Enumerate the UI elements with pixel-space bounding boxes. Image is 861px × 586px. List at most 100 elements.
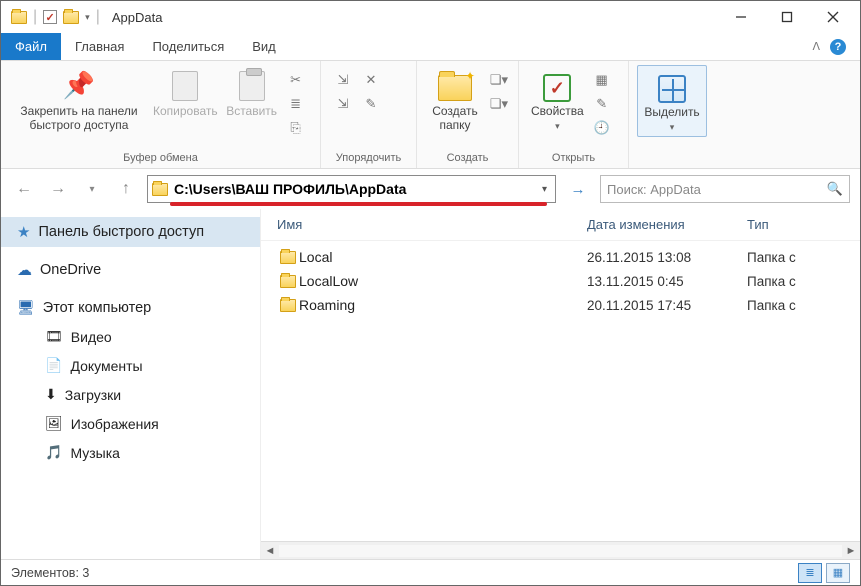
sidebar-item-thispc[interactable]: 🖥Этот компьютер xyxy=(1,293,260,322)
scroll-left-icon[interactable]: ◄ xyxy=(261,545,279,557)
up-button[interactable]: ↑ xyxy=(113,176,139,202)
titlebar: | ✓ ▾ | AppData xyxy=(1,1,860,33)
col-name[interactable]: Имя xyxy=(277,217,587,232)
status-bar: Элементов: 3 ≣ ▦ xyxy=(1,559,860,585)
file-list-pane: Имя Дата изменения Тип Local26.11.2015 1… xyxy=(261,209,860,559)
col-date[interactable]: Дата изменения xyxy=(587,217,747,232)
moveto-icon[interactable]: ⇲ xyxy=(331,69,355,91)
copy-button[interactable]: Копировать xyxy=(149,65,222,119)
minimize-button[interactable] xyxy=(718,2,764,32)
newfolder-button[interactable]: Создать папку xyxy=(425,65,485,133)
group-open-label: Открыть xyxy=(527,150,620,166)
document-icon: 📄 xyxy=(45,357,62,374)
col-type[interactable]: Тип xyxy=(747,217,860,232)
table-row[interactable]: Roaming20.11.2015 17:45Папка с xyxy=(261,293,860,317)
rename-icon[interactable]: ✎ xyxy=(359,93,383,115)
file-name: Roaming xyxy=(299,297,587,313)
sidebar-item-onedrive[interactable]: ☁OneDrive xyxy=(1,255,260,285)
navigation-pane: ★Панель быстрого доступ ☁OneDrive 🖥Этот … xyxy=(1,209,261,559)
cut-icon[interactable]: ✂ xyxy=(284,69,308,91)
back-button[interactable]: ← xyxy=(11,176,37,202)
maximize-button[interactable] xyxy=(764,2,810,32)
copyto-icon[interactable]: ⇲ xyxy=(331,93,355,115)
open-icon[interactable]: ▦ xyxy=(590,69,614,91)
tab-view[interactable]: Вид xyxy=(238,33,290,60)
address-dropdown-icon[interactable]: ▾ xyxy=(538,184,551,195)
star-icon: ★ xyxy=(17,223,30,241)
address-bar[interactable]: ▾ xyxy=(147,175,556,203)
sidebar-item-videos[interactable]: 🎞Видео xyxy=(1,322,260,351)
nav-row: ← → ▾ ↑ ▾ → Поиск: AppData 🔍 xyxy=(1,169,860,209)
qat-dropdown-icon[interactable]: ▾ xyxy=(85,12,90,23)
newfolder-icon xyxy=(438,75,472,101)
help-icon[interactable]: ? xyxy=(830,39,846,55)
pasteshortcut-icon[interactable]: ⎘ xyxy=(284,117,308,139)
paste-icon xyxy=(239,71,265,101)
sidebar-item-pictures[interactable]: 🖼Изображения xyxy=(1,409,260,438)
sidebar-item-documents[interactable]: 📄Документы xyxy=(1,351,260,380)
tab-file[interactable]: Файл xyxy=(1,33,61,60)
group-clipboard-label: Буфер обмена xyxy=(9,150,312,166)
qat-separator: | xyxy=(96,8,100,26)
select-button[interactable]: Выделить ▾ xyxy=(637,65,707,137)
item-count: Элементов: 3 xyxy=(11,566,89,580)
video-icon: 🎞 xyxy=(45,328,63,345)
forward-button[interactable]: → xyxy=(45,176,71,202)
tab-home[interactable]: Главная xyxy=(61,33,138,60)
recent-dropdown[interactable]: ▾ xyxy=(79,176,105,202)
ribbon-tabs: Файл Главная Поделиться Вид ᐱ ? xyxy=(1,33,860,61)
qat-folder-icon[interactable] xyxy=(63,11,79,24)
qat-separator: | xyxy=(33,8,37,26)
refresh-button[interactable]: → xyxy=(564,175,592,203)
file-date: 13.11.2015 0:45 xyxy=(587,274,747,289)
easyaccess-icon[interactable]: ❏▾ xyxy=(487,93,511,115)
pin-button[interactable]: 📌 Закрепить на панели быстрого доступа xyxy=(9,65,149,133)
table-row[interactable]: Local26.11.2015 13:08Папка с xyxy=(261,245,860,269)
select-icon xyxy=(658,75,686,103)
close-button[interactable] xyxy=(810,2,856,32)
pc-icon: 🖥 xyxy=(17,299,35,316)
folder-icon xyxy=(280,275,296,288)
file-type: Папка с xyxy=(747,250,860,265)
file-type: Папка с xyxy=(747,274,860,289)
sidebar-item-downloads[interactable]: ⬇Загрузки xyxy=(1,380,260,409)
ribbon: 📌 Закрепить на панели быстрого доступа К… xyxy=(1,61,860,169)
view-largeicons-button[interactable]: ▦ xyxy=(826,563,850,583)
search-icon: 🔍 xyxy=(827,181,843,197)
file-date: 20.11.2015 17:45 xyxy=(587,298,747,313)
copy-icon xyxy=(172,71,198,101)
horizontal-scrollbar[interactable]: ◄ ► xyxy=(261,541,860,559)
search-placeholder: Поиск: AppData xyxy=(607,182,827,197)
sidebar-item-music[interactable]: 🎵Музыка xyxy=(1,438,260,467)
window-title: AppData xyxy=(112,10,163,25)
music-icon: 🎵 xyxy=(45,444,62,461)
newitem-icon[interactable]: ❏▾ xyxy=(487,69,511,91)
folder-icon xyxy=(280,299,296,312)
edit-icon[interactable]: ✎ xyxy=(590,93,614,115)
address-folder-icon xyxy=(152,183,168,196)
copypath-icon[interactable]: ≣ xyxy=(284,93,308,115)
cloud-icon: ☁ xyxy=(17,261,32,279)
properties-icon: ✓ xyxy=(543,74,571,102)
qat-checkbox-icon[interactable]: ✓ xyxy=(43,10,57,24)
pin-icon: 📌 xyxy=(63,71,95,101)
tab-share[interactable]: Поделиться xyxy=(138,33,238,60)
picture-icon: 🖼 xyxy=(45,415,63,432)
explorer-window: | ✓ ▾ | AppData Файл Главная Поделиться … xyxy=(0,0,861,586)
delete-icon[interactable]: ✕ xyxy=(359,69,383,91)
download-icon: ⬇ xyxy=(45,386,57,403)
sidebar-item-quickaccess[interactable]: ★Панель быстрого доступ xyxy=(1,217,260,247)
properties-button[interactable]: ✓ Свойства ▾ xyxy=(527,65,588,131)
app-icon xyxy=(11,11,27,24)
collapse-ribbon-icon[interactable]: ᐱ xyxy=(812,40,820,53)
folder-icon xyxy=(280,251,296,264)
table-row[interactable]: LocalLow13.11.2015 0:45Папка с xyxy=(261,269,860,293)
paste-button[interactable]: Вставить xyxy=(222,65,282,119)
highlight-underline xyxy=(170,202,547,206)
search-box[interactable]: Поиск: AppData 🔍 xyxy=(600,175,850,203)
history-icon[interactable]: 🕘 xyxy=(590,117,614,139)
address-input[interactable] xyxy=(174,181,532,197)
column-headers: Имя Дата изменения Тип xyxy=(261,209,860,241)
view-details-button[interactable]: ≣ xyxy=(798,563,822,583)
scroll-right-icon[interactable]: ► xyxy=(842,545,860,557)
